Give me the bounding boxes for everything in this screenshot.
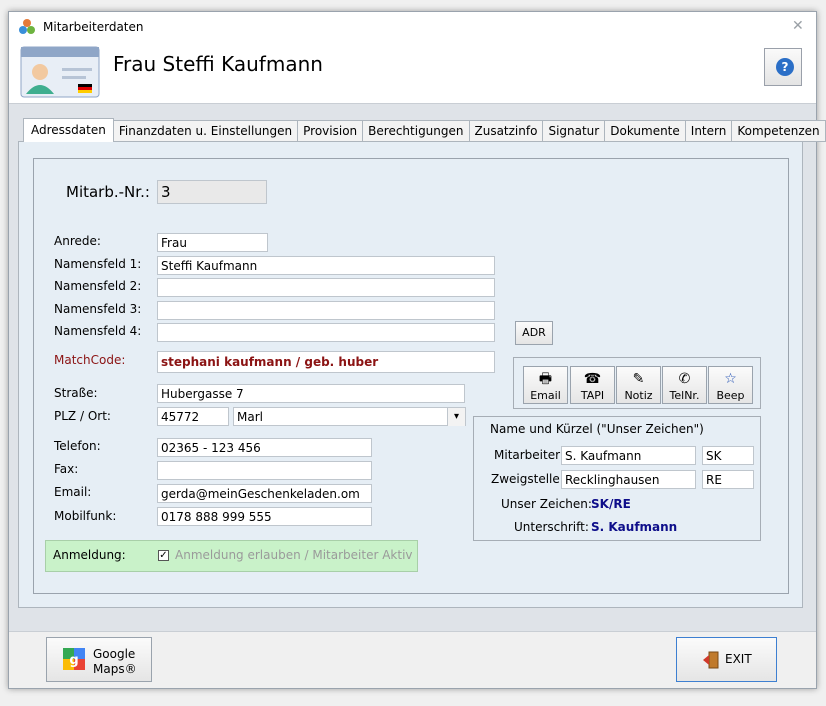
dial-icon: ✆ xyxy=(678,371,691,387)
help-button[interactable]: ? xyxy=(764,48,802,86)
mobilfunk-field[interactable]: 0178 888 999 555 xyxy=(157,507,372,526)
plz-ort-label: PLZ / Ort: xyxy=(54,409,111,423)
strasse-label: Straße: xyxy=(54,386,98,400)
tab-zusatzinfo[interactable]: Zusatzinfo xyxy=(469,120,544,142)
namensfeld2-field[interactable] xyxy=(157,278,495,297)
namensfeld3-label: Namensfeld 3: xyxy=(54,302,142,316)
tab-kompetenzen[interactable]: Kompetenzen xyxy=(732,120,826,142)
mitarb-nr-field[interactable]: 3 xyxy=(157,180,267,204)
zweigstelle-kurz-field[interactable]: RE xyxy=(702,470,754,489)
fax-field[interactable] xyxy=(157,461,372,480)
zweigstelle-label: Zweigstelle: xyxy=(491,472,564,486)
tab-dokumente[interactable]: Dokumente xyxy=(605,120,686,142)
anmeldung-checkbox[interactable]: ✓ xyxy=(158,550,169,561)
telefon-label: Telefon: xyxy=(54,439,101,453)
chevron-down-icon[interactable]: ▾ xyxy=(447,408,465,426)
beep-button[interactable]: ☆ Beep xyxy=(708,366,753,404)
tab-signatur[interactable]: Signatur xyxy=(543,120,606,142)
mitarb-nr-label: Mitarb.-Nr.: xyxy=(66,183,150,201)
email-button[interactable]: 🖶 Email xyxy=(523,366,568,404)
namensfeld4-field[interactable] xyxy=(157,323,495,342)
svg-text:g: g xyxy=(69,653,78,668)
tab-intern[interactable]: Intern xyxy=(685,120,733,142)
tab-provision[interactable]: Provision xyxy=(298,120,364,142)
tab-berechtigungen[interactable]: Berechtigungen xyxy=(363,120,470,142)
email-label: Email: xyxy=(54,485,92,499)
mitarbeiter-field[interactable]: S. Kaufmann xyxy=(561,446,696,465)
anrede-label: Anrede: xyxy=(54,234,101,248)
anmeldung-checkbox-label: Anmeldung erlauben / Mitarbeiter Aktiv xyxy=(175,548,413,562)
star-icon: ☆ xyxy=(724,371,737,387)
unterschrift-value: S. Kaufmann xyxy=(591,520,678,534)
namensfeld4-label: Namensfeld 4: xyxy=(54,324,142,338)
mitarbeiter-kurz-field[interactable]: SK xyxy=(702,446,754,465)
tapi-button[interactable]: ☎ TAPI xyxy=(570,366,615,404)
exit-door-icon xyxy=(703,651,719,669)
phone-icon: ☎ xyxy=(583,371,602,387)
printer-icon: 🖶 xyxy=(538,371,553,387)
matchcode-field[interactable]: stephani kaufmann / geb. huber xyxy=(157,351,495,373)
mobilfunk-label: Mobilfunk: xyxy=(54,509,117,523)
strasse-field[interactable]: Hubergasse 7 xyxy=(157,384,465,403)
telnr-button[interactable]: ✆ TelNr. xyxy=(662,366,707,404)
telefon-field[interactable]: 02365 - 123 456 xyxy=(157,438,372,457)
window-title: Mitarbeiterdaten xyxy=(43,20,144,34)
namensfeld2-label: Namensfeld 2: xyxy=(54,279,142,293)
google-maps-label: Google Maps® xyxy=(93,647,137,676)
unterschrift-label: Unterschrift: xyxy=(514,520,589,534)
zweigstelle-field[interactable]: Recklinghausen xyxy=(561,470,696,489)
fax-label: Fax: xyxy=(54,462,79,476)
adr-button[interactable]: ADR xyxy=(515,321,553,345)
kuerzel-title: Name und Kürzel ("Unser Zeichen") xyxy=(490,422,704,436)
ort-value: Marl xyxy=(237,410,263,424)
unser-zeichen-value: SK/RE xyxy=(591,497,631,511)
tab-finanzdaten[interactable]: Finanzdaten u. Einstellungen xyxy=(113,120,299,142)
employee-name-heading: Frau Steffi Kaufmann xyxy=(113,52,323,76)
app-logo-icon xyxy=(18,18,36,36)
notiz-button[interactable]: ✎ Notiz xyxy=(616,366,661,404)
anrede-field[interactable]: Frau xyxy=(157,233,268,252)
unser-zeichen-label: Unser Zeichen: xyxy=(501,497,592,511)
plz-field[interactable]: 45772 xyxy=(157,407,229,426)
ort-select[interactable]: Marl xyxy=(233,407,466,426)
anmeldung-label: Anmeldung: xyxy=(53,548,126,562)
mitarbeiter-label: Mitarbeiter: xyxy=(494,448,564,462)
namensfeld1-label: Namensfeld 1: xyxy=(54,257,142,271)
employee-card-icon xyxy=(20,46,100,98)
google-maps-icon: g xyxy=(63,648,85,670)
exit-label: EXIT xyxy=(725,652,752,666)
namensfeld3-field[interactable] xyxy=(157,301,495,320)
help-icon: ? xyxy=(776,58,794,76)
exit-button[interactable]: EXIT xyxy=(676,637,777,682)
note-icon: ✎ xyxy=(632,371,645,387)
tab-bar: Adressdaten Finanzdaten u. Einstellungen… xyxy=(23,118,826,142)
email-field[interactable]: gerda@meinGeschenkeladen.om xyxy=(157,484,372,503)
matchcode-label: MatchCode: xyxy=(54,353,126,367)
close-button[interactable]: ✕ xyxy=(792,18,804,34)
tab-adressdaten[interactable]: Adressdaten xyxy=(23,118,114,142)
google-maps-button[interactable]: g Google Maps® xyxy=(46,637,152,682)
namensfeld1-field[interactable]: Steffi Kaufmann xyxy=(157,256,495,275)
